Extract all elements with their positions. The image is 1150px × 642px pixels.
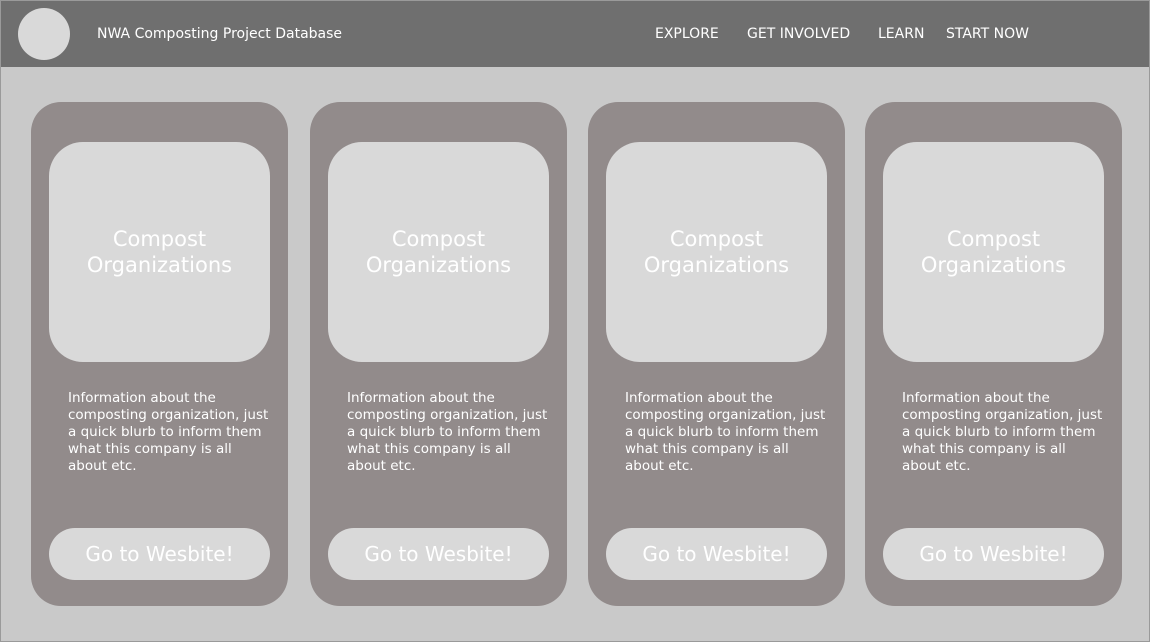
- site-title: NWA Composting Project Database: [97, 26, 343, 42]
- logo[interactable]: [18, 8, 70, 60]
- organization-card: Compost Organizations Information about …: [31, 102, 288, 606]
- organization-description: Information about the composting organiz…: [68, 390, 269, 474]
- organization-description: Information about the composting organiz…: [347, 390, 548, 474]
- organization-image-label: Compost Organizations: [643, 227, 790, 277]
- organization-image-placeholder: Compost Organizations: [49, 142, 270, 362]
- organization-card: Compost Organizations Information about …: [588, 102, 845, 606]
- go-to-website-button[interactable]: Go to Wesbite!: [49, 528, 270, 580]
- nav-start-now-link[interactable]: START NOW: [946, 25, 1029, 43]
- organization-image-label: Compost Organizations: [86, 227, 233, 277]
- go-to-website-button[interactable]: Go to Wesbite!: [883, 528, 1104, 580]
- go-to-website-button[interactable]: Go to Wesbite!: [606, 528, 827, 580]
- nav-learn-link[interactable]: LEARN: [878, 25, 924, 43]
- organization-image-placeholder: Compost Organizations: [606, 142, 827, 362]
- organization-card: Compost Organizations Information about …: [310, 102, 567, 606]
- organization-image-label: Compost Organizations: [920, 227, 1067, 277]
- organization-image-label: Compost Organizations: [365, 227, 512, 277]
- organization-card: Compost Organizations Information about …: [865, 102, 1122, 606]
- organization-image-placeholder: Compost Organizations: [328, 142, 549, 362]
- nav-explore-link[interactable]: EXPLORE: [655, 25, 719, 43]
- organization-description: Information about the composting organiz…: [902, 390, 1103, 474]
- go-to-website-button[interactable]: Go to Wesbite!: [328, 528, 549, 580]
- organization-image-placeholder: Compost Organizations: [883, 142, 1104, 362]
- organization-description: Information about the composting organiz…: [625, 390, 826, 474]
- top-nav-bar: NWA Composting Project Database EXPLORE …: [1, 1, 1149, 67]
- nav-get-involved-link[interactable]: GET INVOLVED: [747, 25, 850, 43]
